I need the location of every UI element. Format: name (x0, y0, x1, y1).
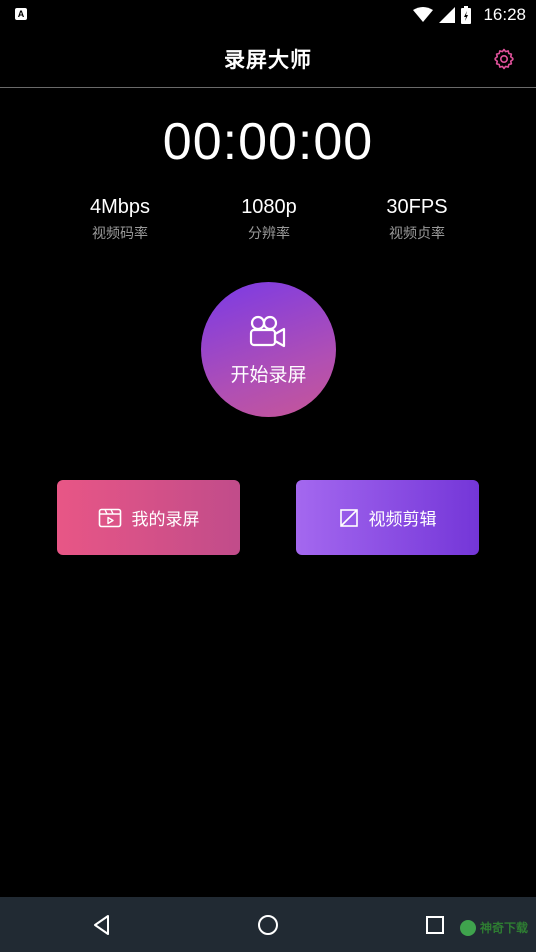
video-edit-button[interactable]: 视频剪辑 (296, 480, 479, 555)
stat-label: 视频码率 (92, 225, 148, 241)
video-edit-label: 视频剪辑 (368, 510, 437, 529)
watermark-logo-icon (459, 919, 476, 936)
app-bar: 录屏大师 (0, 30, 536, 88)
wifi-icon (413, 7, 434, 22)
recording-timer: 00:00:00 (162, 113, 374, 171)
stat-bitrate: 4Mbps 视频码率 (45, 196, 195, 243)
stat-resolution: 1080p 分辨率 (194, 196, 344, 243)
stat-value: 30FPS (386, 196, 448, 218)
watermark-text: 神奇下载 (479, 921, 528, 935)
stat-value: 1080p (241, 196, 297, 218)
battery-icon (461, 6, 472, 24)
start-recording-label: 开始录屏 (230, 365, 307, 386)
watermark: 神奇下载 (459, 919, 528, 936)
status-bar: A 16:28 (0, 0, 536, 30)
page-title: 录屏大师 (224, 49, 312, 72)
video-camera-icon (249, 315, 286, 348)
status-time: 16:28 (483, 5, 526, 24)
my-recordings-label: 我的录屏 (131, 510, 200, 529)
stat-value: 4Mbps (89, 196, 151, 218)
my-recordings-button[interactable]: 我的录屏 (57, 480, 240, 555)
settings-gear-icon[interactable] (492, 47, 516, 71)
recent-apps-icon[interactable] (421, 911, 449, 939)
system-nav-bar (0, 897, 536, 952)
crop-edit-icon (339, 508, 358, 527)
status-icons: 16:28 (413, 4, 526, 26)
start-recording-button[interactable]: 开始录屏 (201, 282, 336, 417)
stat-framerate: 30FPS 视频贞率 (342, 196, 492, 243)
video-list-icon (98, 508, 121, 527)
home-icon[interactable] (254, 911, 282, 939)
stat-label: 分辨率 (248, 225, 290, 241)
back-icon[interactable] (88, 911, 116, 939)
stat-label: 视频贞率 (389, 225, 445, 241)
notification-icon: A (15, 8, 27, 20)
signal-icon (439, 7, 456, 23)
